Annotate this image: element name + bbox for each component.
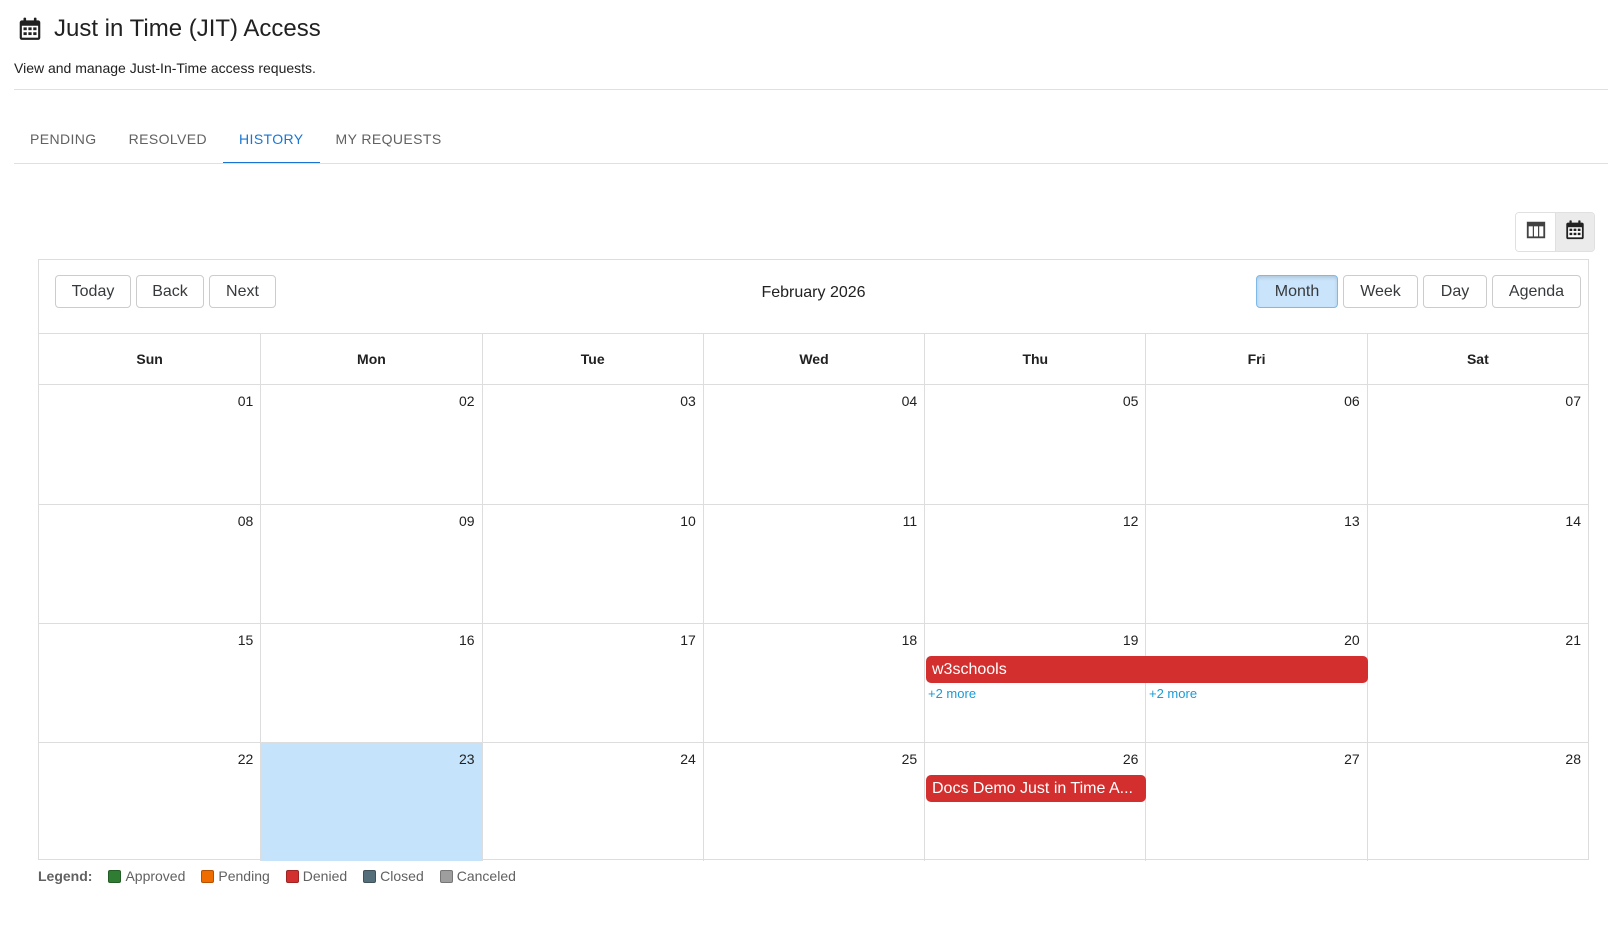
date-number[interactable]: 20 [1145, 632, 1366, 648]
week-row: 22 23 24 25 26 27 28 Docs Demo Just in T… [39, 742, 1588, 861]
today-button[interactable]: Today [55, 275, 131, 308]
date-number[interactable]: 22 [39, 751, 260, 767]
legend-swatch [439, 869, 453, 883]
legend-item-canceled: Canceled [439, 868, 516, 884]
page-title: Just in Time (JIT) Access [54, 15, 321, 42]
date-number[interactable]: 04 [703, 393, 924, 409]
legend-swatch [285, 869, 299, 883]
view-toggle [1515, 212, 1595, 252]
date-number[interactable]: 13 [1145, 513, 1366, 529]
month-view-button[interactable]: Month [1256, 275, 1338, 308]
tab-bar: PENDING RESOLVED HISTORY MY REQUESTS [14, 116, 458, 164]
weekday-header: Sun Mon Tue Wed Thu Fri Sat [39, 334, 1588, 385]
date-number[interactable]: 27 [1145, 751, 1366, 767]
weekday-thu: Thu [924, 334, 1145, 384]
calendar-view-button[interactable] [1555, 213, 1594, 251]
week-row: 08 09 10 11 12 13 14 [39, 504, 1588, 623]
date-number[interactable]: 12 [924, 513, 1145, 529]
legend-item-approved: Approved [108, 868, 185, 884]
date-number[interactable]: 24 [482, 751, 703, 767]
page-header: Just in Time (JIT) Access View and manag… [14, 12, 1608, 76]
date-number[interactable]: 03 [482, 393, 703, 409]
legend-title: Legend: [38, 868, 93, 884]
date-number[interactable]: 06 [1145, 393, 1366, 409]
date-number[interactable]: 26 [924, 751, 1145, 767]
date-number[interactable]: 10 [482, 513, 703, 529]
legend-swatch [201, 869, 215, 883]
weekday-sun: Sun [136, 351, 163, 367]
weekday-fri: Fri [1145, 334, 1366, 384]
week-row: 15 16 17 18 19 20 21 w3schools +2 more +… [39, 623, 1588, 742]
calendar-view-icon [1564, 219, 1586, 246]
date-number[interactable]: 08 [39, 513, 260, 529]
date-number-today[interactable]: 23 [260, 751, 481, 767]
date-number[interactable]: 14 [1367, 513, 1588, 529]
date-number[interactable]: 16 [260, 632, 481, 648]
tab-my-requests[interactable]: MY REQUESTS [320, 116, 458, 164]
legend-label: Closed [380, 868, 424, 884]
date-number[interactable]: 01 [39, 393, 260, 409]
legend-label: Approved [125, 868, 186, 884]
date-number[interactable]: 18 [703, 632, 924, 648]
date-number[interactable]: 11 [703, 513, 924, 529]
date-number[interactable]: 15 [39, 632, 260, 648]
tab-history[interactable]: HISTORY [223, 116, 320, 164]
legend-label: Pending [218, 868, 270, 884]
calendar-icon [16, 15, 44, 43]
week-view-button[interactable]: Week [1343, 275, 1418, 308]
week-row: 01 02 03 04 05 06 07 [39, 385, 1588, 504]
date-number[interactable]: 02 [260, 393, 481, 409]
table-view-button[interactable] [1516, 213, 1555, 251]
date-number[interactable]: 21 [1367, 632, 1588, 648]
date-number[interactable]: 28 [1367, 751, 1588, 767]
day-view-button[interactable]: Day [1423, 275, 1487, 308]
weekday-mon: Mon [260, 334, 481, 384]
tabs-divider [14, 163, 1608, 164]
event-docs-demo[interactable]: Docs Demo Just in Time A... [926, 775, 1146, 802]
date-number[interactable]: 09 [260, 513, 481, 529]
legend-swatch [363, 869, 377, 883]
date-number[interactable]: 05 [924, 393, 1145, 409]
legend-swatch [108, 869, 122, 883]
calendar: Today Back Next February 2026 Month Week… [38, 259, 1589, 861]
date-number[interactable]: 07 [1367, 393, 1588, 409]
legend-item-denied: Denied [285, 868, 348, 884]
date-number[interactable]: 19 [924, 632, 1145, 648]
title-row: Just in Time (JIT) Access [14, 12, 1608, 46]
legend-label: Denied [302, 868, 348, 884]
calendar-toolbar: Today Back Next February 2026 Month Week… [39, 260, 1588, 333]
legend-item-closed: Closed [363, 868, 424, 884]
page-subtitle: View and manage Just-In-Time access requ… [14, 60, 316, 76]
more-events-link-thu[interactable]: +2 more [928, 686, 976, 701]
header-divider [14, 89, 1608, 90]
jit-access-page: Just in Time (JIT) Access View and manag… [0, 0, 1622, 925]
tab-pending[interactable]: PENDING [14, 116, 113, 164]
event-w3schools[interactable]: w3schools [926, 656, 1368, 683]
month-view: Sun Mon Tue Wed Thu Fri Sat 01 02 03 04 … [39, 333, 1588, 861]
back-button[interactable]: Back [136, 275, 204, 308]
weekday-tue: Tue [481, 334, 703, 384]
weekday-sat: Sat [1366, 334, 1588, 384]
status-legend: Legend: Approved Pending Denied Closed C… [38, 868, 532, 884]
agenda-view-button[interactable]: Agenda [1492, 275, 1581, 308]
legend-label: Canceled [456, 868, 516, 884]
next-button[interactable]: Next [209, 275, 276, 308]
date-number[interactable]: 17 [482, 632, 703, 648]
weekday-wed: Wed [702, 334, 924, 384]
tab-resolved[interactable]: RESOLVED [113, 116, 223, 164]
legend-item-pending: Pending [201, 868, 270, 884]
table-view-icon [1525, 219, 1547, 246]
more-events-link-fri[interactable]: +2 more [1149, 686, 1197, 701]
date-number[interactable]: 25 [703, 751, 924, 767]
